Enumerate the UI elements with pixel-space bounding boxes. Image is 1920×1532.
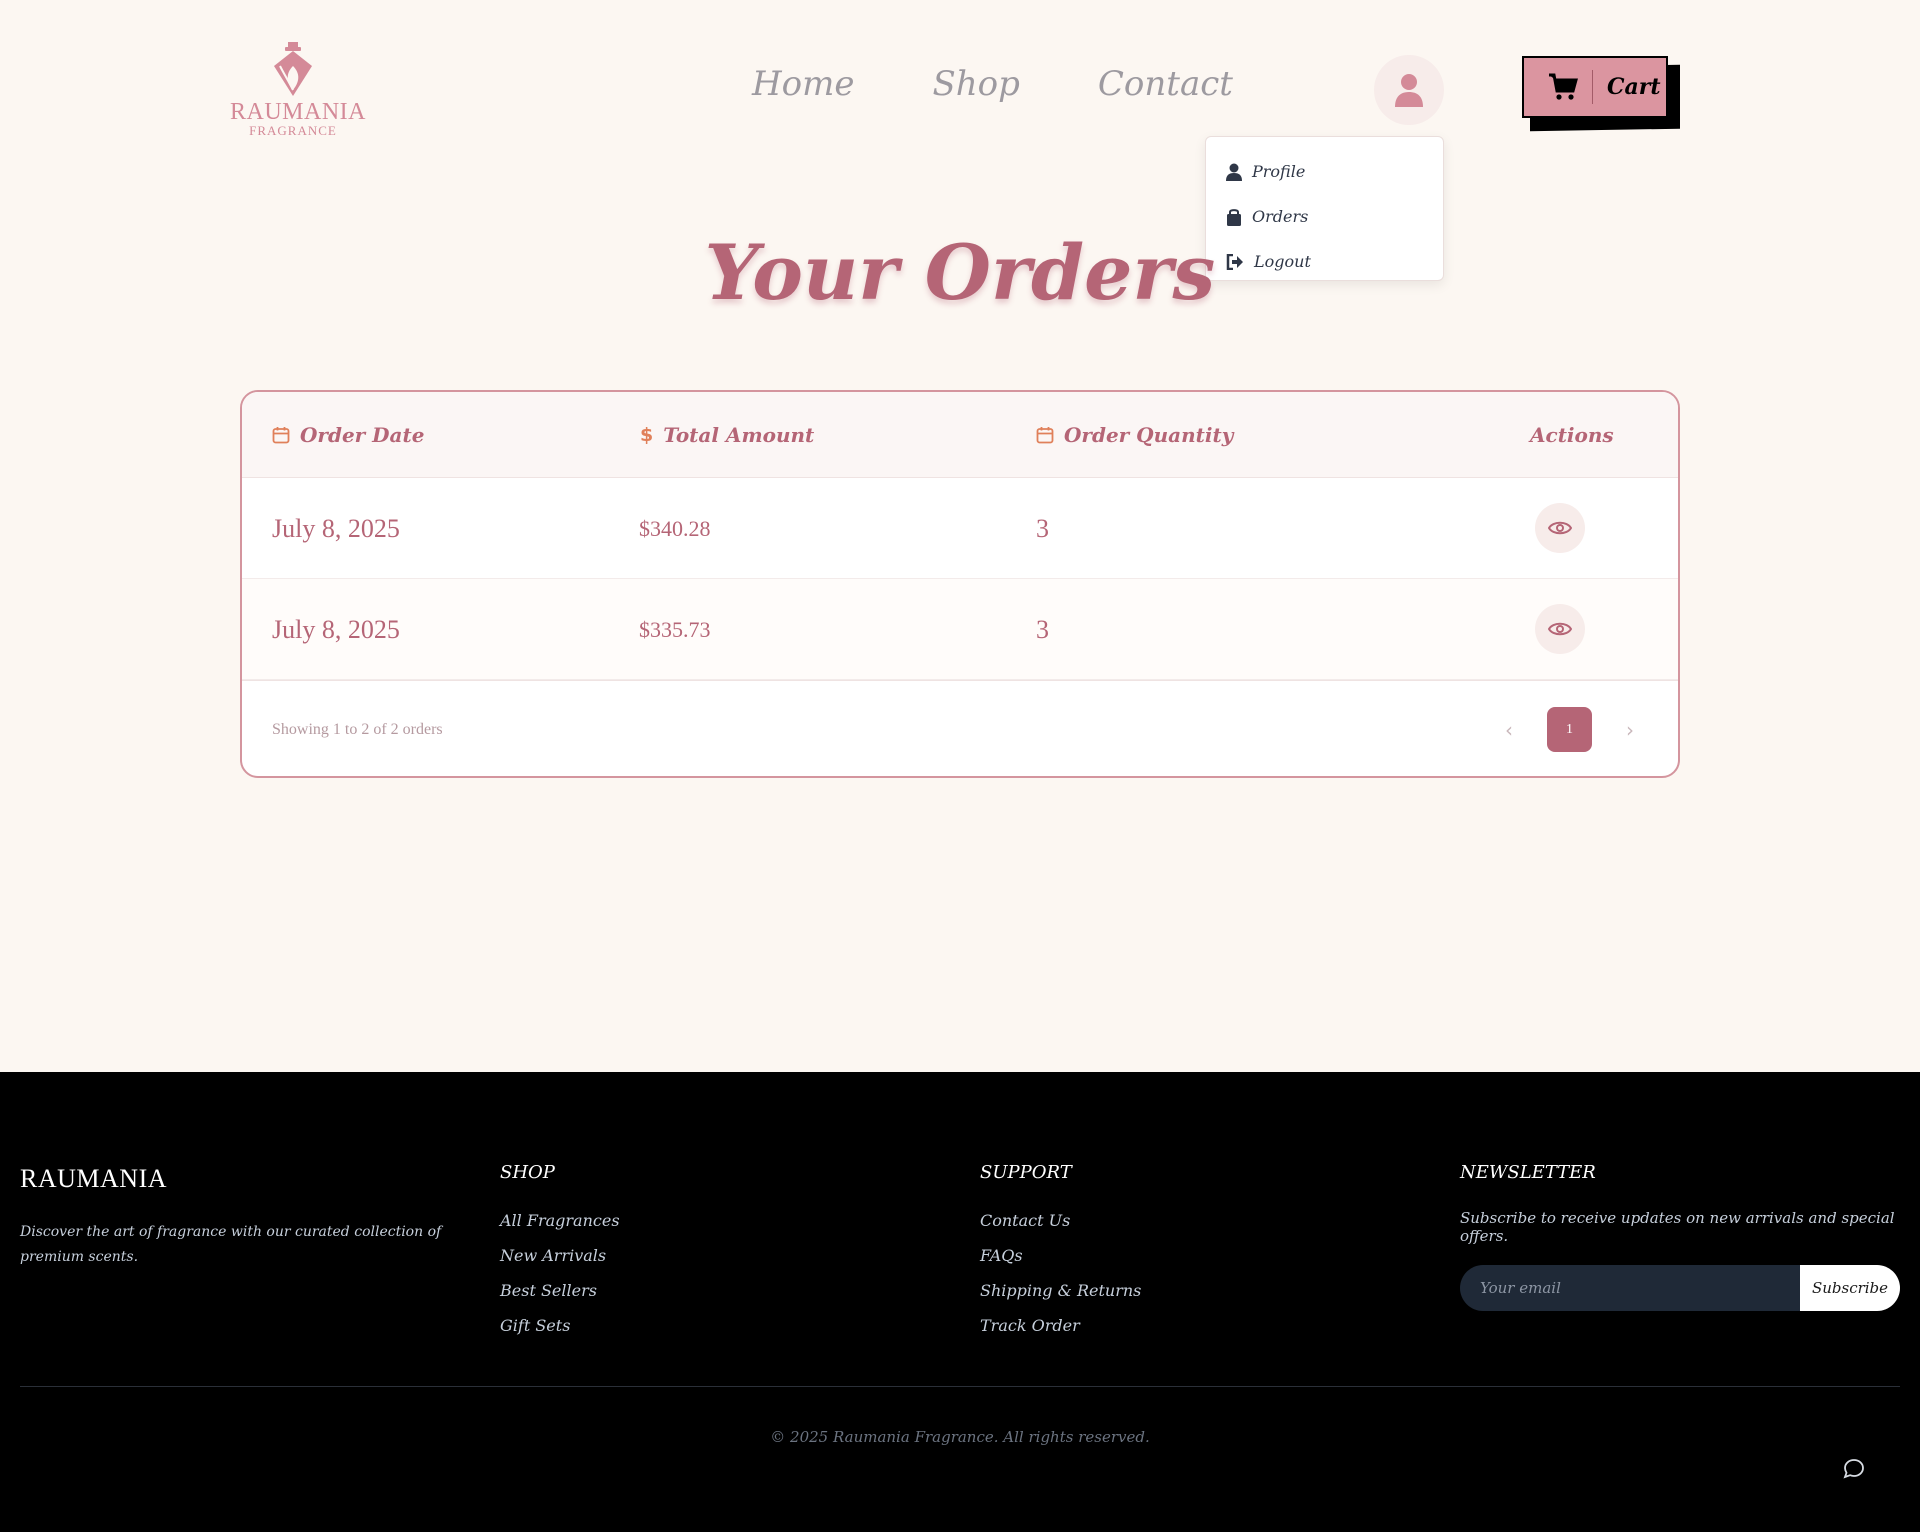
bag-icon: [1227, 208, 1241, 226]
dollar-icon: $: [640, 424, 654, 446]
calendar-icon: [1036, 427, 1054, 444]
newsletter-text: Subscribe to receive updates on new arri…: [1460, 1209, 1895, 1245]
footer-description: Discover the art of fragrance with our c…: [20, 1224, 442, 1265]
orders-table: Order Date $ Total Amount Order Quantity…: [240, 390, 1680, 778]
footer-link-track-order[interactable]: Track Order: [980, 1308, 1141, 1343]
footer-link-gift-sets[interactable]: Gift Sets: [500, 1308, 620, 1343]
cart-divider: [1592, 70, 1593, 104]
page-title: Your Orders: [704, 228, 1216, 317]
showing-count: Showing 1 to 2 of 2 orders: [272, 720, 443, 738]
cell-order-quantity: 3: [1036, 614, 1049, 644]
footer-link-shipping-returns[interactable]: Shipping & Returns: [980, 1273, 1141, 1308]
footer-newsletter: NEWSLETTER Subscribe to receive updates …: [1460, 1152, 1920, 1311]
copyright: © 2025 Raumania Fragrance. All rights re…: [770, 1428, 1150, 1446]
header-actions: Actions: [1530, 392, 1614, 478]
logo-sub: FRAGRANCE: [249, 123, 337, 138]
footer-link-contact-us[interactable]: Contact Us: [980, 1203, 1141, 1238]
cart-label: Cart: [1607, 74, 1661, 100]
footer-support: SUPPORT Contact Us FAQs Shipping & Retur…: [980, 1152, 1141, 1343]
footer-link-faqs[interactable]: FAQs: [980, 1238, 1141, 1273]
nav-home[interactable]: Home: [752, 64, 854, 104]
table-header: Order Date $ Total Amount Order Quantity…: [242, 392, 1678, 478]
view-order-button[interactable]: [1535, 604, 1585, 654]
brand-logo[interactable]: RAUMANIA FRAGRANCE: [230, 40, 366, 140]
nav-contact[interactable]: Contact: [1098, 64, 1233, 104]
logo-brand: RAUMANIA: [230, 99, 366, 125]
header-label-actions: Actions: [1530, 423, 1614, 447]
cell-order-date: July 8, 2025: [272, 614, 400, 644]
table-row: July 8, 2025 $335.73 3: [242, 579, 1678, 680]
cell-order-date: July 8, 2025: [272, 513, 400, 543]
chat-icon[interactable]: [1843, 1458, 1865, 1480]
view-order-button[interactable]: [1535, 503, 1585, 553]
footer-support-links: Contact Us FAQs Shipping & Returns Track…: [980, 1203, 1141, 1343]
footer-about: RAUMANIA Discover the art of fragrance w…: [20, 1152, 460, 1270]
footer-link-new-arrivals[interactable]: New Arrivals: [500, 1238, 620, 1273]
footer-divider: [20, 1386, 1900, 1387]
user-icon: [1395, 74, 1423, 107]
footer-brand: RAUMANIA: [20, 1164, 167, 1193]
table-footer: Showing 1 to 2 of 2 orders ‹ 1 ›: [242, 680, 1678, 776]
chevron-right-icon[interactable]: ›: [1626, 718, 1634, 742]
eye-icon: [1548, 622, 1572, 636]
nav-shop[interactable]: Shop: [932, 64, 1019, 104]
user-icon: [1226, 163, 1242, 181]
footer-shop: SHOP All Fragrances New Arrivals Best Se…: [500, 1152, 620, 1343]
eye-icon: [1548, 521, 1572, 535]
table-row: July 8, 2025 $340.28 3: [242, 478, 1678, 579]
header-label-date: Order Date: [300, 423, 425, 447]
subscribe-button[interactable]: Subscribe: [1800, 1265, 1900, 1311]
footer-shop-links: All Fragrances New Arrivals Best Sellers…: [500, 1203, 620, 1343]
cell-total-amount: $335.73: [639, 616, 711, 642]
dropdown-label-orders: Orders: [1252, 207, 1309, 226]
header-total-amount: $ Total Amount: [640, 392, 814, 478]
dropdown-label-profile: Profile: [1252, 162, 1306, 181]
chevron-left-icon[interactable]: ‹: [1505, 718, 1513, 742]
cell-order-quantity: 3: [1036, 513, 1049, 543]
footer-newsletter-heading: NEWSLETTER: [1460, 1162, 1596, 1183]
newsletter-form: Your email Subscribe: [1460, 1265, 1920, 1311]
header-label-quantity: Order Quantity: [1064, 423, 1234, 447]
footer-shop-heading: SHOP: [500, 1162, 555, 1183]
pagination: ‹ 1 ›: [1505, 707, 1634, 752]
newsletter-email-input[interactable]: Your email: [1460, 1265, 1800, 1311]
cart-icon: [1549, 73, 1578, 100]
footer-link-best-sellers[interactable]: Best Sellers: [500, 1273, 620, 1308]
header-order-quantity: Order Quantity: [1036, 392, 1233, 478]
footer-support-heading: SUPPORT: [980, 1162, 1072, 1183]
main-nav: Home Shop Contact: [752, 64, 1233, 104]
header-order-date: Order Date: [272, 392, 424, 478]
profile-button[interactable]: [1374, 55, 1444, 125]
site-footer: RAUMANIA Discover the art of fragrance w…: [0, 1072, 1920, 1532]
dropdown-item-profile[interactable]: Profile: [1206, 149, 1443, 194]
page-button-current[interactable]: 1: [1547, 707, 1592, 752]
calendar-icon: [272, 427, 290, 444]
cart-button[interactable]: Cart: [1522, 56, 1680, 132]
perfume-bottle-icon: [274, 42, 312, 96]
footer-link-all-fragrances[interactable]: All Fragrances: [500, 1203, 620, 1238]
cell-total-amount: $340.28: [639, 515, 711, 541]
cart-face: Cart: [1522, 56, 1668, 118]
header-label-total: Total Amount: [663, 423, 815, 447]
